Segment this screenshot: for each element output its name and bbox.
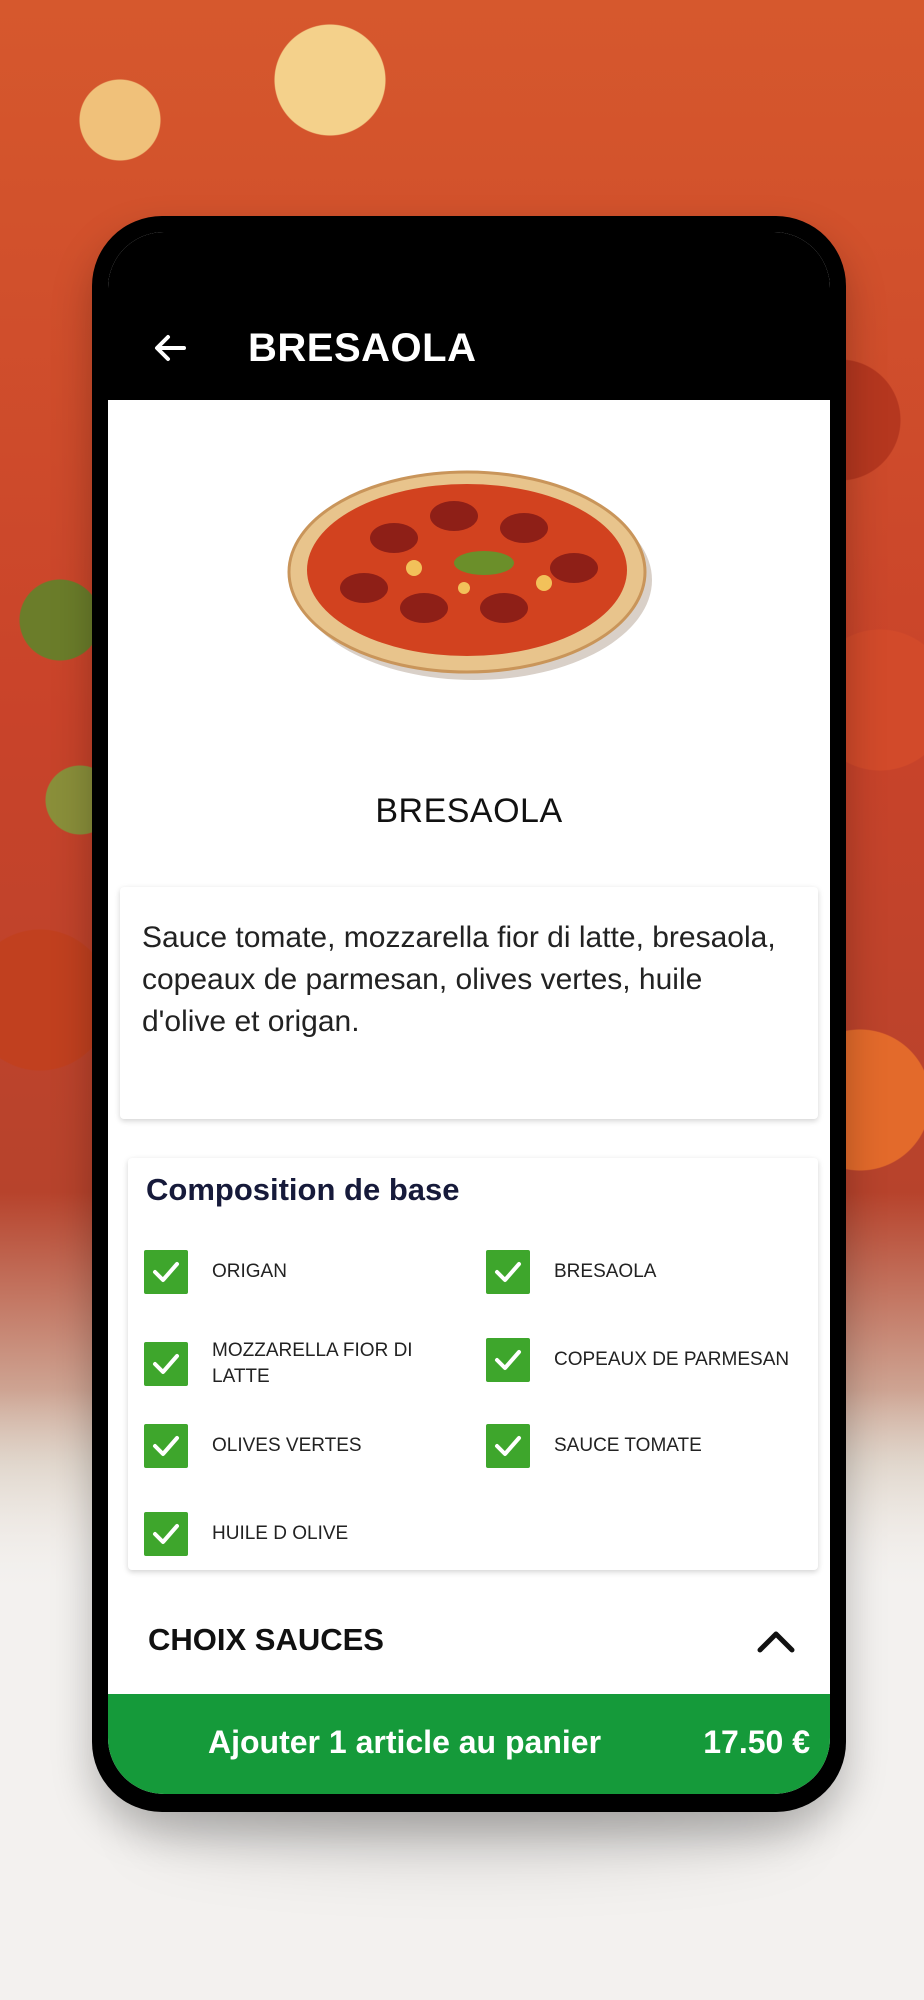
checkbox[interactable] bbox=[486, 1338, 530, 1382]
check-icon bbox=[153, 1262, 179, 1282]
phone-frame: BRESAOLA BRESAOLA Sauce tomate, mozzarel… bbox=[92, 216, 846, 1812]
description-card: Sauce tomate, mozzarella fior di latte, … bbox=[120, 887, 818, 1119]
arrow-left-icon bbox=[155, 335, 186, 361]
check-icon bbox=[495, 1262, 521, 1282]
checkbox[interactable] bbox=[486, 1250, 530, 1294]
ingredient-sauce-tomate[interactable]: SAUCE TOMATE bbox=[486, 1424, 764, 1468]
back-button[interactable] bbox=[148, 326, 192, 370]
checkbox[interactable] bbox=[144, 1424, 188, 1468]
ingredient-parmesan[interactable]: COPEAUX DE PARMESAN bbox=[486, 1338, 814, 1382]
ingredient-bresaola[interactable]: BRESAOLA bbox=[486, 1250, 764, 1294]
check-icon bbox=[153, 1354, 179, 1374]
ingredient-origan[interactable]: ORIGAN bbox=[144, 1250, 422, 1294]
checkbox[interactable] bbox=[486, 1424, 530, 1468]
sauces-section-toggle[interactable]: CHOIX SAUCES bbox=[108, 1602, 830, 1692]
add-to-cart-label: Ajouter 1 article au panier bbox=[208, 1724, 602, 1760]
add-to-cart-button[interactable]: Ajouter 1 article au panier 17.50 € bbox=[108, 1694, 830, 1794]
composition-card: Composition de base ORIGAN BRESAOLA MOZZ… bbox=[128, 1158, 818, 1570]
ingredient-label: MOZZARELLA FIOR DI LATTE bbox=[212, 1340, 413, 1387]
checkbox[interactable] bbox=[144, 1250, 188, 1294]
app-bar: BRESAOLA bbox=[108, 232, 830, 400]
sauces-label: CHOIX SAUCES bbox=[148, 1622, 384, 1657]
ingredient-olives[interactable]: OLIVES VERTES bbox=[144, 1424, 422, 1468]
checkbox[interactable] bbox=[144, 1512, 188, 1556]
ingredient-label: ORIGAN bbox=[212, 1261, 287, 1282]
chevron-up-icon bbox=[757, 1631, 795, 1653]
checkbox[interactable] bbox=[144, 1342, 188, 1386]
ingredient-label: OLIVES VERTES bbox=[212, 1435, 362, 1456]
ingredient-label: SAUCE TOMATE bbox=[554, 1435, 702, 1456]
product-name: BRESAOLA bbox=[375, 792, 563, 830]
product-description: Sauce tomate, mozzarella fior di latte, … bbox=[142, 921, 776, 1038]
check-icon bbox=[495, 1436, 521, 1456]
page-title: BRESAOLA bbox=[248, 326, 477, 370]
ingredient-mozzarella[interactable]: MOZZARELLA FIOR DI LATTE bbox=[144, 1338, 422, 1390]
composition-title: Composition de base bbox=[146, 1172, 460, 1207]
check-icon bbox=[495, 1350, 521, 1370]
app-screen: BRESAOLA BRESAOLA Sauce tomate, mozzarel… bbox=[108, 232, 830, 1794]
ingredient-label: COPEAUX DE PARMESAN bbox=[554, 1349, 790, 1370]
check-icon bbox=[153, 1524, 179, 1544]
ingredient-label: BRESAOLA bbox=[554, 1261, 657, 1282]
ingredient-label: HUILE D OLIVE bbox=[212, 1523, 349, 1544]
ingredient-huile[interactable]: HUILE D OLIVE bbox=[144, 1512, 422, 1556]
price-label: 17.50 € bbox=[703, 1724, 810, 1760]
check-icon bbox=[153, 1436, 179, 1456]
pizza-image bbox=[287, 470, 652, 680]
